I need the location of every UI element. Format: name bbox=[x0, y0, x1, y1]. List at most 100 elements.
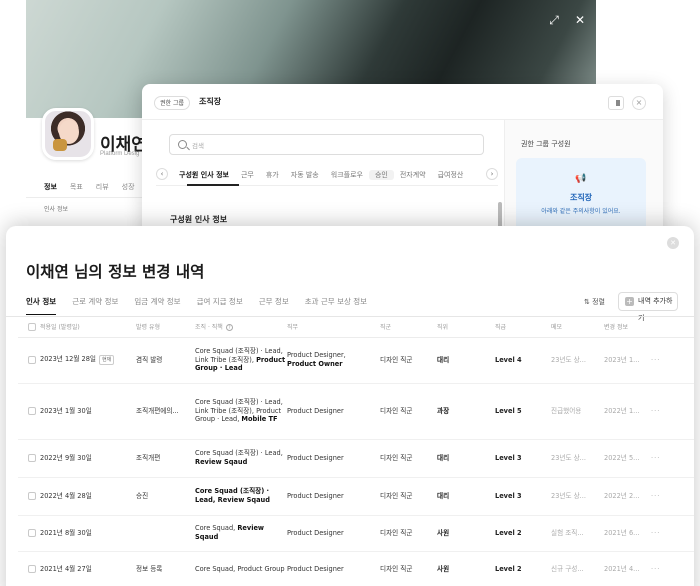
cell-memo: 23년도 상... bbox=[551, 337, 604, 384]
org-text: Core Squad (조직장) · Lead, bbox=[195, 449, 283, 458]
row-more-icon[interactable]: ··· bbox=[651, 337, 694, 384]
cell-group: 디자인 직군 bbox=[380, 477, 437, 516]
row-checkbox[interactable] bbox=[18, 337, 40, 384]
notice-title: 조직장 bbox=[569, 193, 593, 202]
cell-type: 조직개편에의... bbox=[136, 383, 195, 440]
cell-change: 2022년 1... bbox=[604, 383, 651, 440]
plus-icon: + bbox=[625, 297, 634, 306]
cell-position: 과장 bbox=[437, 383, 495, 440]
select-all-checkbox[interactable] bbox=[18, 317, 40, 338]
search-input[interactable]: 검색 bbox=[169, 134, 484, 155]
tab-approval[interactable]: 승인 bbox=[368, 170, 394, 180]
cell-date: 2021년 8월 30일 bbox=[40, 515, 136, 552]
profile-tab-goal[interactable]: 목표 bbox=[70, 182, 83, 192]
tab-member-info[interactable]: 구성원 인사 정보 bbox=[173, 170, 235, 180]
cell-org: Core Squad (조직장) · Lead, Review Sqaud bbox=[195, 477, 287, 516]
date-text: 2023년 1월 30일 bbox=[40, 406, 92, 415]
row-checkbox[interactable] bbox=[18, 515, 40, 552]
date-text: 2021년 4월 27일 bbox=[40, 564, 92, 573]
tab-work[interactable]: 근무 bbox=[235, 170, 260, 180]
column-header: 발령 유형 bbox=[136, 317, 195, 338]
cell-memo: 신규 구성... bbox=[551, 551, 604, 586]
profile-tab-growth[interactable]: 성장 bbox=[122, 182, 135, 192]
info-icon[interactable]: ? bbox=[225, 324, 233, 332]
cell-change: 2021년 6... bbox=[604, 515, 651, 552]
history-close-icon[interactable]: ✕ bbox=[667, 237, 679, 249]
profile-tabs: 정보 목표 리뷰 성장 bbox=[44, 182, 135, 192]
tab-hr-info[interactable]: 인사 정보 bbox=[26, 296, 57, 315]
side-panel-icon[interactable] bbox=[608, 96, 624, 110]
permission-group-chip[interactable]: 권한 그룹 bbox=[154, 96, 190, 110]
date-text: 2022년 4월 28일 bbox=[40, 491, 92, 500]
history-table: 적용일 (발령일) 발령 유형 조직 · 직책? 직무 직군 직위 직급 메모 … bbox=[18, 317, 694, 586]
tab-wage-contract[interactable]: 임금 계약 정보 bbox=[134, 296, 180, 315]
tab-e-contract[interactable]: 전자계약 bbox=[394, 170, 432, 180]
table-row[interactable]: 2023년 12월 28일 현재 겸직 발령 Core Squad (조직장) · L… bbox=[18, 337, 694, 384]
expand-icon[interactable]: ⤢ bbox=[545, 11, 563, 29]
cell-change: 2022년 2... bbox=[604, 477, 651, 516]
dialog-title: 조직장 bbox=[199, 97, 222, 106]
column-header: 직무 bbox=[287, 317, 380, 338]
tab-work-info[interactable]: 근무 정보 bbox=[259, 296, 289, 315]
row-checkbox[interactable] bbox=[18, 383, 40, 440]
tab-labor-contract[interactable]: 근로 계약 정보 bbox=[72, 296, 118, 315]
column-header-org-label: 조직 · 직책 bbox=[195, 324, 223, 332]
cell-memo: 실험 조직... bbox=[551, 515, 604, 552]
job-text: Product Designer, bbox=[287, 351, 346, 360]
section-title: 구성원 인사 정보 bbox=[170, 215, 228, 224]
tab-payroll[interactable]: 급여정산 bbox=[432, 170, 470, 180]
history-modal: ✕ 이채연 님의 정보 변경 내역 인사 정보 근로 계약 정보 임금 계약 정… bbox=[6, 226, 694, 586]
chevron-left-icon[interactable]: ‹ bbox=[156, 168, 168, 180]
avatar-snack bbox=[53, 139, 67, 151]
permission-dialog: 권한 그룹 조직장 × 검색 ‹ 구성원 인사 정보 근무 휴가 자동 발송 워… bbox=[142, 84, 663, 244]
table-row[interactable]: 2023년 1월 30일 조직개편에의... Core Squad (조직장) · … bbox=[18, 383, 694, 440]
cell-date: 2023년 1월 30일 bbox=[40, 383, 136, 440]
column-header: 메모 bbox=[551, 317, 604, 338]
tab-leave[interactable]: 휴가 bbox=[260, 170, 285, 180]
chevron-right-icon[interactable]: › bbox=[486, 168, 498, 180]
cell-position: 대리 bbox=[437, 439, 495, 478]
table-row[interactable]: 2021년 4월 27일 정보 등록 Core Squad, Product Gro… bbox=[18, 551, 694, 586]
add-history-button[interactable]: + 내역 추가하기 bbox=[618, 292, 678, 322]
table-row[interactable]: 2022년 4월 28일 승진 Core Squad (조직장) · Lead, … bbox=[18, 477, 694, 516]
cell-group: 디자인 직군 bbox=[380, 515, 437, 552]
sort-button[interactable]: ⇅ 정렬 bbox=[584, 297, 605, 307]
cell-position: 사원 bbox=[437, 551, 495, 586]
dialog-close-icon[interactable]: × bbox=[632, 96, 646, 110]
date-text: 2021년 8월 30일 bbox=[40, 528, 92, 537]
close-icon[interactable]: ✕ bbox=[571, 11, 589, 29]
row-more-icon[interactable]: ··· bbox=[651, 439, 694, 478]
cell-type: 겸직 발령 bbox=[136, 337, 195, 384]
cell-job: Product Designer, Product Owner bbox=[287, 337, 380, 384]
tab-pay-info[interactable]: 급여 지급 정보 bbox=[197, 296, 243, 315]
cell-job: Product Designer bbox=[287, 383, 380, 440]
row-more-icon[interactable]: ··· bbox=[651, 551, 694, 586]
profile-tab-info[interactable]: 정보 bbox=[44, 182, 57, 192]
cell-change: 2023년 1... bbox=[604, 337, 651, 384]
current-badge: 현재 bbox=[98, 355, 115, 365]
search-icon bbox=[178, 140, 187, 149]
tab-auto-send[interactable]: 자동 발송 bbox=[285, 170, 325, 180]
cell-level: Level 4 bbox=[495, 337, 551, 384]
row-checkbox[interactable] bbox=[18, 477, 40, 516]
table-row[interactable]: 2022년 9월 30일 조직개편 Core Squad (조직장) · Lead,… bbox=[18, 439, 694, 478]
tab-workflow[interactable]: 워크플로우 bbox=[325, 170, 369, 180]
row-more-icon[interactable]: ··· bbox=[651, 383, 694, 440]
profile-subtab[interactable]: 인사 정보 bbox=[44, 204, 68, 213]
cell-position: 사원 bbox=[437, 515, 495, 552]
table-header: 적용일 (발령일) 발령 유형 조직 · 직책? 직무 직군 직위 직급 메모 … bbox=[18, 317, 694, 338]
row-more-icon[interactable]: ··· bbox=[651, 477, 694, 516]
row-checkbox[interactable] bbox=[18, 551, 40, 586]
profile-tab-review[interactable]: 리뷰 bbox=[96, 182, 109, 192]
tab-overtime-info[interactable]: 초과 근무 보상 정보 bbox=[305, 296, 367, 315]
row-checkbox[interactable] bbox=[18, 439, 40, 478]
row-more-icon[interactable]: ··· bbox=[651, 515, 694, 552]
cell-org: Core Squad, Product Group bbox=[195, 551, 287, 586]
cell-type: 조직개편 bbox=[136, 439, 195, 478]
table-row[interactable]: 2021년 8월 30일 Core Squad, Review Sqaud Prod… bbox=[18, 515, 694, 552]
cell-job: Product Designer bbox=[287, 515, 380, 552]
cell-level: Level 3 bbox=[495, 477, 551, 516]
column-header: 적용일 (발령일) bbox=[40, 317, 136, 338]
group-members-title: 권한 그룹 구성원 bbox=[521, 140, 571, 148]
sort-label: 정렬 bbox=[592, 298, 605, 306]
